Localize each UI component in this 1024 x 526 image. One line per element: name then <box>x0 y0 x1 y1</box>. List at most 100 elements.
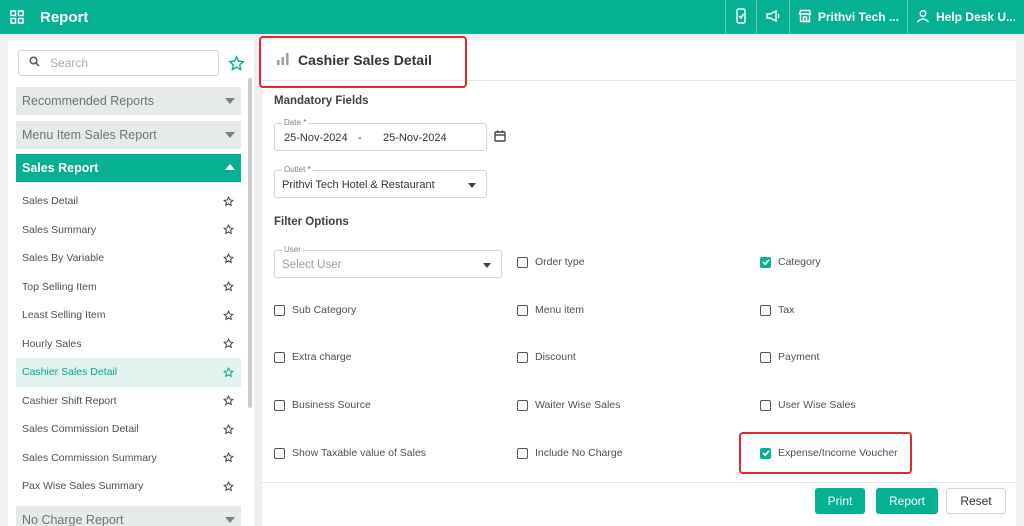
star-icon[interactable] <box>221 365 235 379</box>
mandatory-fields-heading: Mandatory Fields <box>274 95 369 107</box>
checkbox-box[interactable] <box>517 351 528 363</box>
sidebar-item-label: Sales Summary <box>22 223 97 236</box>
filter-options-heading: Filter Options <box>274 216 349 228</box>
chevron-down-icon <box>468 183 476 188</box>
section-sales-report[interactable]: Sales Report <box>16 154 241 182</box>
section-recommended-reports[interactable]: Recommended Reports <box>16 87 241 115</box>
sidebar-item-sales-summary[interactable]: Sales Summary <box>16 216 241 245</box>
checkbox-box[interactable] <box>517 447 528 459</box>
sidebar-item-sales-detail[interactable]: Sales Detail <box>16 187 241 216</box>
section-no-charge-report[interactable]: No Charge Report <box>16 506 241 526</box>
search-row <box>18 50 250 76</box>
sidebar-item-cashier-shift-report[interactable]: Cashier Shift Report <box>16 387 241 416</box>
chevron-down-icon <box>225 132 235 138</box>
announcement-button[interactable] <box>755 0 789 34</box>
star-icon[interactable] <box>221 308 235 322</box>
star-icon[interactable] <box>221 479 235 493</box>
star-icon[interactable] <box>221 394 235 408</box>
sidebar-item-label: Cashier Sales Detail <box>22 366 118 379</box>
checkbox-box[interactable] <box>274 447 285 459</box>
checkbox-order-type[interactable]: Order type <box>517 256 585 268</box>
store-icon <box>798 9 812 26</box>
checkbox-waiter-wise-sales[interactable]: Waiter Wise Sales <box>517 399 620 411</box>
report-button[interactable]: Report <box>876 488 938 514</box>
chevron-up-icon <box>225 164 235 170</box>
checkbox-box[interactable] <box>517 399 528 411</box>
sidebar-item-hourly-sales[interactable]: Hourly Sales <box>16 330 241 359</box>
checkbox-box[interactable] <box>274 399 285 411</box>
date-from-value[interactable]: 25-Nov-2024 <box>284 132 348 144</box>
user-select[interactable]: User Select User <box>274 245 502 278</box>
section-label: No Charge Report <box>22 513 124 526</box>
section-label: Recommended Reports <box>22 94 155 108</box>
star-icon[interactable] <box>221 194 235 208</box>
checkbox-box[interactable] <box>274 304 285 316</box>
calendar-icon[interactable] <box>494 130 506 142</box>
sidebar-item-label: Least Selling Item <box>22 309 106 322</box>
sales-report-list: Sales Detail Sales Summary Sales By Vari… <box>16 187 241 501</box>
sidebar-item-least-selling-item[interactable]: Least Selling Item <box>16 301 241 330</box>
checkbox-box[interactable] <box>760 304 771 316</box>
date-range-field[interactable]: Date * 25-Nov-2024 - 25-Nov-2024 <box>274 118 487 151</box>
favorites-star-icon[interactable] <box>226 53 246 73</box>
chevron-down-icon <box>225 517 235 523</box>
star-icon[interactable] <box>221 280 235 294</box>
sidebar-item-label: Sales Commission Detail <box>22 423 139 436</box>
checkbox-discount[interactable]: Discount <box>517 351 576 363</box>
sidebar-scrollbar[interactable] <box>248 78 252 408</box>
section-label: Menu Item Sales Report <box>22 128 157 142</box>
date-separator: - <box>358 132 362 144</box>
sidebar-item-sales-commission-detail[interactable]: Sales Commission Detail <box>16 415 241 444</box>
sidebar-item-label: Pax Wise Sales Summary <box>22 480 144 493</box>
section-menu-item-sales-report[interactable]: Menu Item Sales Report <box>16 121 241 149</box>
sidebar-item-label: Sales By Variable <box>22 252 105 265</box>
checkbox-sub-category[interactable]: Sub Category <box>274 304 356 316</box>
print-button[interactable]: Print <box>815 488 865 514</box>
checkbox-business-source[interactable]: Business Source <box>274 399 371 411</box>
apps-grid-icon[interactable] <box>1 0 33 34</box>
checkbox-extra-charge[interactable]: Extra charge <box>274 351 352 363</box>
sidebar-item-label: Hourly Sales <box>22 337 82 350</box>
star-icon[interactable] <box>221 422 235 436</box>
star-icon[interactable] <box>221 337 235 351</box>
sidebar-item-label: Sales Detail <box>22 195 79 208</box>
outlet-selector[interactable]: Prithvi Tech ... <box>788 0 907 34</box>
outlet-value: Prithvi Tech Hotel & Restaurant <box>282 179 435 191</box>
checkbox-box[interactable] <box>760 256 771 268</box>
checkbox-payment[interactable]: Payment <box>760 351 819 363</box>
footer-divider <box>262 482 1016 483</box>
star-icon[interactable] <box>221 251 235 265</box>
search-icon <box>29 56 40 70</box>
checkbox-tax[interactable]: Tax <box>760 304 794 316</box>
reset-button[interactable]: Reset <box>946 488 1006 514</box>
checkbox-show-taxable-value[interactable]: Show Taxable value of Sales <box>274 447 426 459</box>
star-icon[interactable] <box>221 223 235 237</box>
date-to-value[interactable]: 25-Nov-2024 <box>383 132 447 144</box>
star-icon[interactable] <box>221 451 235 465</box>
checkbox-box[interactable] <box>517 304 528 316</box>
checkbox-menu-item[interactable]: Menu item <box>517 304 584 316</box>
checkbox-box[interactable] <box>760 351 771 363</box>
sidebar: Recommended Reports Menu Item Sales Repo… <box>8 40 254 526</box>
user-menu[interactable]: Help Desk U... <box>906 0 1024 34</box>
sidebar-item-top-selling-item[interactable]: Top Selling Item <box>16 273 241 302</box>
checkbox-user-wise-sales[interactable]: User Wise Sales <box>760 399 856 411</box>
sidebar-item-cashier-sales-detail[interactable]: Cashier Sales Detail <box>16 358 241 387</box>
sidebar-item-label: Top Selling Item <box>22 280 97 293</box>
checkbox-include-no-charge[interactable]: Include No Charge <box>517 447 623 459</box>
checkbox-box[interactable] <box>274 351 285 363</box>
outlet-select[interactable]: Outlet * Prithvi Tech Hotel & Restaurant <box>274 165 487 198</box>
checkbox-category[interactable]: Category <box>760 256 821 268</box>
sidebar-item-sales-by-variable[interactable]: Sales By Variable <box>16 244 241 273</box>
sidebar-item-pax-wise-sales-summary[interactable]: Pax Wise Sales Summary <box>16 472 241 501</box>
checkbox-box[interactable] <box>760 399 771 411</box>
checkbox-box[interactable] <box>517 256 528 268</box>
sidebar-item-label: Cashier Shift Report <box>22 394 117 407</box>
chevron-down-icon <box>225 98 235 104</box>
title-highlight-box <box>259 36 467 88</box>
sidebar-item-sales-commission-summary[interactable]: Sales Commission Summary <box>16 444 241 473</box>
mobile-device-icon <box>734 7 748 27</box>
search-input[interactable] <box>50 56 200 70</box>
search-box[interactable] <box>18 50 219 76</box>
device-button[interactable] <box>724 0 756 34</box>
